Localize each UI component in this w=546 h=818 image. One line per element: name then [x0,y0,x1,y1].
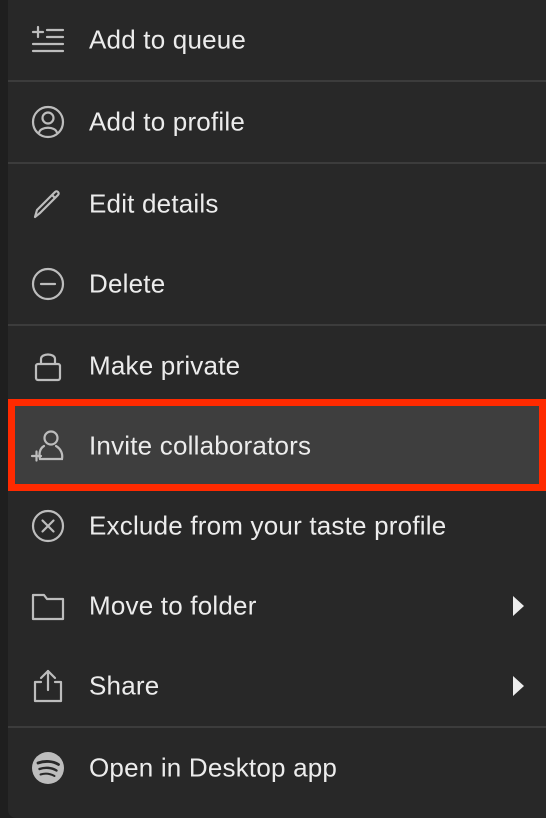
menu-item-label: Share [89,670,160,701]
add-user-icon [30,428,66,464]
menu-item-label: Add to queue [89,24,247,55]
menu-item-add-to-profile[interactable]: Add to profile [8,82,546,162]
folder-icon [30,588,66,624]
menu-item-edit-details[interactable]: Edit details [8,164,546,244]
menu-item-delete[interactable]: Delete [8,244,546,324]
menu-item-move-to-folder[interactable]: Move to folder [8,566,546,646]
menu-item-label: Edit details [89,188,219,219]
x-circle-icon [30,508,66,544]
menu-item-invite-collaborators[interactable]: Invite collaborators [8,406,546,486]
menu-item-exclude-taste-profile[interactable]: Exclude from your taste profile [8,486,546,566]
menu-item-open-desktop-app[interactable]: Open in Desktop app [8,728,546,808]
menu-item-label: Open in Desktop app [89,752,338,783]
menu-item-label: Make private [89,350,241,381]
chevron-right-icon [513,596,524,616]
menu-item-label: Delete [89,268,166,299]
menu-item-label: Exclude from your taste profile [89,510,447,541]
minus-circle-icon [30,266,66,302]
menu-item-label: Move to folder [89,590,257,621]
menu-item-make-private[interactable]: Make private [8,326,546,406]
menu-item-share[interactable]: Share [8,646,546,726]
share-icon [30,668,66,704]
spotify-icon [30,750,66,786]
menu-item-label: Add to profile [89,106,246,137]
menu-item-add-to-queue[interactable]: Add to queue [8,0,546,80]
lock-icon [30,348,66,384]
pencil-icon [30,186,66,222]
add-to-queue-icon [30,22,66,58]
profile-icon [30,104,66,140]
menu-item-label: Invite collaborators [89,430,312,461]
chevron-right-icon [513,676,524,696]
context-menu: Add to queue Add to profile Edit details [8,0,546,818]
